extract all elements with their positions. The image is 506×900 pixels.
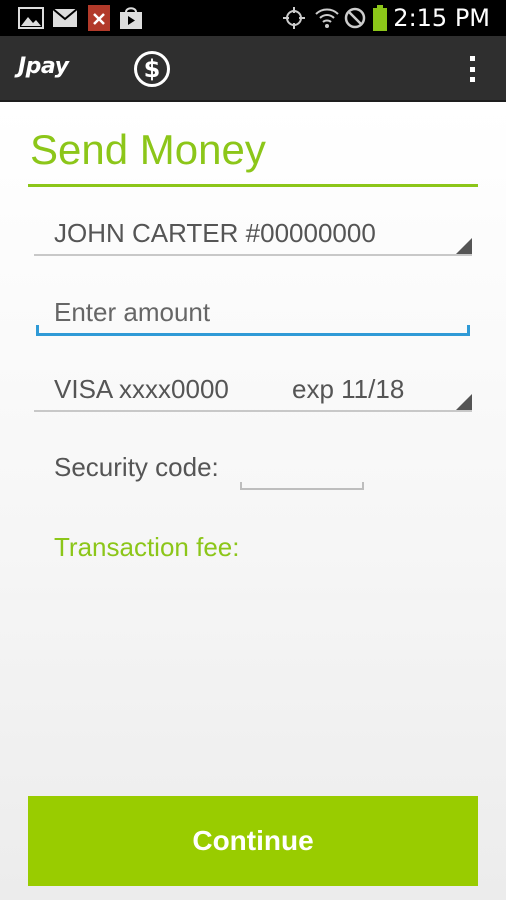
app-logo[interactable]: Jpay [18,54,69,79]
play-store-icon [118,6,144,30]
security-underline-tick-left [240,482,242,490]
gallery-icon [18,6,44,30]
amount-underline-tick-right [467,325,470,335]
transaction-fee-label: Transaction fee: [54,532,240,562]
clock: 2:15 PM [393,4,490,32]
amount-underline-tick-left [36,325,39,335]
dollar-icon[interactable]: $ [134,51,170,87]
pdf-icon [88,5,110,31]
page-title: Send Money [30,126,266,173]
wifi-icon [314,6,340,30]
action-bar: Jpay $ [0,36,506,102]
amount-underline [36,333,470,336]
dropdown-arrow-icon [456,394,472,410]
security-code-underline [242,488,364,490]
spinner-underline [34,410,472,412]
gps-icon [282,6,306,30]
battery-icon [372,5,388,31]
title-divider [28,184,478,187]
recipient-value: JOHN CARTER #00000000 [54,218,376,248]
security-underline-tick-right [362,482,364,490]
overflow-menu-icon[interactable] [468,56,476,82]
no-signal-icon [344,6,366,30]
security-code-input[interactable] [242,448,364,488]
send-money-form: Send Money JOHN CARTER #00000000 VISA xx… [0,104,506,900]
dropdown-arrow-icon [456,238,472,254]
continue-button[interactable]: Continue [28,796,478,886]
card-number: VISA xxxx0000 [54,374,229,404]
security-code-label: Security code: [54,452,219,482]
spinner-underline [34,254,472,256]
status-bar: 2:15 PM [0,0,506,36]
card-expiration: exp 11/18 [292,374,405,404]
amount-input[interactable] [36,290,470,334]
gmail-icon [52,6,78,30]
